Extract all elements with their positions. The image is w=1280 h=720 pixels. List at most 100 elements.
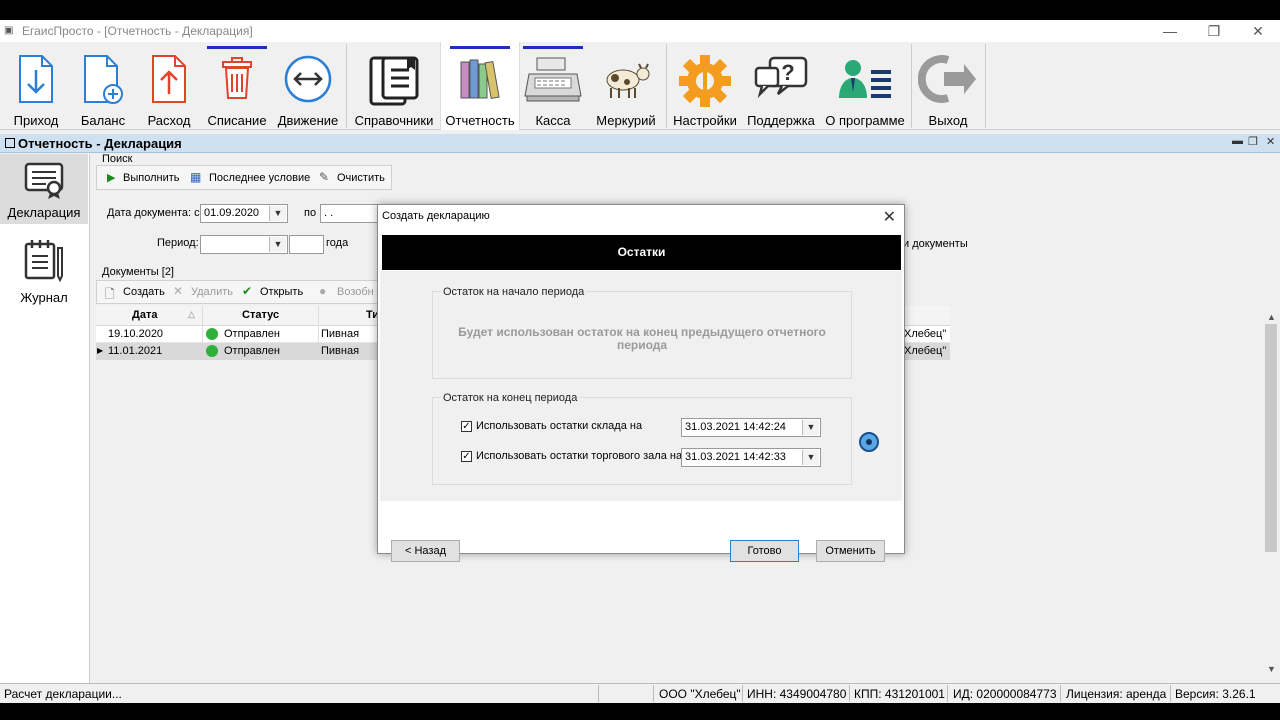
cow-icon xyxy=(606,63,650,98)
end-balance-group: Остаток на конец периода ✓ Использовать … xyxy=(432,392,852,485)
row-type: Пивная xyxy=(321,328,360,340)
toolbar-vyhod-button[interactable]: Выход xyxy=(914,42,982,130)
search-toolbar: ▶ Выполнить ▦ Последнее условие ✎ Очисти… xyxy=(96,165,392,190)
section-minimize-button[interactable]: ▬ xyxy=(1232,135,1243,147)
scroll-down-icon[interactable]: ▼ xyxy=(1267,664,1276,674)
open-check-icon: ✔ xyxy=(242,284,253,298)
column-header-status[interactable]: Статус xyxy=(242,309,279,321)
toolbar-nastroyki-button[interactable]: Настройки xyxy=(670,42,740,130)
toolbar-separator xyxy=(346,44,347,128)
resume-button[interactable]: Возобн xyxy=(337,286,374,298)
scroll-thumb[interactable] xyxy=(1265,324,1277,552)
open-button[interactable]: Открыть xyxy=(260,286,303,298)
last-condition-button[interactable]: Последнее условие xyxy=(209,172,310,184)
left-nav: Декларация Журнал xyxy=(0,154,90,684)
main-toolbar: Приход Баланс Расход Списание Движение С… xyxy=(0,42,1280,130)
nav-item-deklaraciya[interactable]: Декларация xyxy=(0,154,88,224)
row-org: Хлебец" xyxy=(904,328,947,340)
status-version: Версия: 3.26.1 xyxy=(1175,687,1256,701)
chevron-down-icon[interactable]: ▼ xyxy=(802,420,819,435)
toolbar-o-programme-button[interactable]: О программе xyxy=(822,42,908,130)
date-from-field[interactable]: 01.09.2020 ▼ xyxy=(200,204,288,223)
row-date: 19.10.2020 xyxy=(108,328,164,340)
start-balance-group-label: Остаток на начало периода xyxy=(441,286,587,298)
vertical-scrollbar[interactable]: ▲ ▼ xyxy=(1263,310,1280,683)
journal-icon xyxy=(24,240,63,282)
hall-date-field[interactable]: 31.03.2021 14:42:33 ▼ xyxy=(681,448,821,467)
chevron-down-icon[interactable]: ▼ xyxy=(269,206,286,221)
arrow-up-doc-icon xyxy=(152,55,186,103)
date-to-field[interactable]: . . xyxy=(320,204,380,223)
close-window-button[interactable]: ✕ xyxy=(1236,20,1280,42)
hall-date-value: 31.03.2021 14:42:33 xyxy=(685,451,786,463)
period-select[interactable]: ▼ xyxy=(200,235,288,254)
delete-icon: ✕ xyxy=(173,284,184,298)
status-separator xyxy=(1060,685,1061,702)
warehouse-checkbox[interactable]: ✓ xyxy=(461,421,472,432)
gear-icon xyxy=(679,55,731,107)
arrow-down-doc-icon xyxy=(19,55,53,103)
nav-item-zhurnal[interactable]: Журнал xyxy=(0,232,88,312)
column-header-date[interactable]: Дата xyxy=(132,309,157,321)
binders-icon xyxy=(369,56,419,106)
chevron-down-icon[interactable]: ▼ xyxy=(802,450,819,465)
end-balance-group-label: Остаток на конец периода xyxy=(441,392,580,404)
toolbar-prihod-button[interactable]: Приход xyxy=(4,42,68,130)
toolbar-merkuriy-button[interactable]: Меркурий xyxy=(590,42,662,130)
execute-button[interactable]: Выполнить xyxy=(123,172,179,184)
row-status: Отправлен xyxy=(224,345,280,357)
toolbar-spisanie-button[interactable]: Списание xyxy=(204,42,270,130)
delete-button[interactable]: Удалить xyxy=(191,286,233,298)
toolbar-separator xyxy=(985,44,986,128)
cancel-button[interactable]: Отменить xyxy=(816,540,885,562)
toolbar-spravochniki-button[interactable]: Справочники xyxy=(350,42,438,130)
active-indicator xyxy=(207,46,267,49)
toolbar-kassa-button[interactable]: Касса xyxy=(520,42,586,130)
section-restore-button[interactable]: ❐ xyxy=(1248,135,1258,148)
toolbar-podderzhka-button[interactable]: ? Поддержка xyxy=(744,42,818,130)
warehouse-label: Использовать остатки склада на xyxy=(476,420,643,432)
new-doc-icon: 🗋 xyxy=(105,287,115,301)
certificate-icon xyxy=(24,162,64,199)
back-button[interactable]: < Назад xyxy=(391,540,460,562)
row-pointer-icon: ▶ xyxy=(97,346,104,355)
toolbar-balans-button[interactable]: Баланс xyxy=(70,42,136,130)
hall-checkbox[interactable]: ✓ xyxy=(461,451,472,462)
create-button[interactable]: Создать xyxy=(123,286,165,298)
year-label: года xyxy=(326,237,349,249)
chevron-down-icon[interactable]: ▼ xyxy=(269,237,286,252)
status-org: ООО "Хлебец" xyxy=(659,687,741,701)
toolbar-dvizhenie-button[interactable]: Движение xyxy=(273,42,343,130)
status-separator xyxy=(1170,685,1171,702)
dialog-close-icon[interactable]: ✕ xyxy=(883,207,896,227)
search-group-label: Поиск xyxy=(102,153,133,165)
create-declaration-dialog: Создать декларацию ✕ Остатки Остаток на … xyxy=(377,204,905,562)
period-label: Период: xyxy=(157,237,199,249)
status-separator xyxy=(653,685,654,702)
row-date: 11.01.2021 xyxy=(108,345,163,357)
dialog-body: Остаток на начало периода Будет использо… xyxy=(380,271,902,501)
trash-icon xyxy=(222,57,252,99)
cursor-indicator-icon xyxy=(859,432,879,452)
done-button[interactable]: Готово xyxy=(730,540,799,562)
section-close-button[interactable]: ✕ xyxy=(1266,135,1275,148)
start-balance-text: Будет использован остаток на конец преды… xyxy=(458,325,826,352)
minimize-button[interactable]: — xyxy=(1148,20,1192,42)
last-condition-icon: ▦ xyxy=(190,170,202,184)
year-field[interactable] xyxy=(289,235,324,254)
warehouse-date-field[interactable]: 31.03.2021 14:42:24 ▼ xyxy=(681,418,821,437)
toolbar-rashod-button[interactable]: Расход xyxy=(138,42,200,130)
resume-icon: ● xyxy=(319,284,327,298)
status-message: Расчет декларации... xyxy=(4,687,122,701)
status-kpp: КПП: 431201001 xyxy=(854,687,945,701)
status-separator xyxy=(742,685,743,702)
svg-text:?: ? xyxy=(781,60,794,85)
scroll-up-icon[interactable]: ▲ xyxy=(1267,312,1276,322)
help-bubble-icon: ? xyxy=(754,56,808,99)
toolbar-otchetnost-button[interactable]: Отчетность xyxy=(440,42,520,130)
cash-register-icon xyxy=(524,57,582,102)
warehouse-date-value: 31.03.2021 14:42:24 xyxy=(685,421,786,433)
clear-button[interactable]: Очистить xyxy=(337,172,385,184)
restore-button[interactable]: ❐ xyxy=(1192,20,1236,42)
window-title: ЕгаисПросто - [Отчетность - Декларация] xyxy=(22,24,253,38)
